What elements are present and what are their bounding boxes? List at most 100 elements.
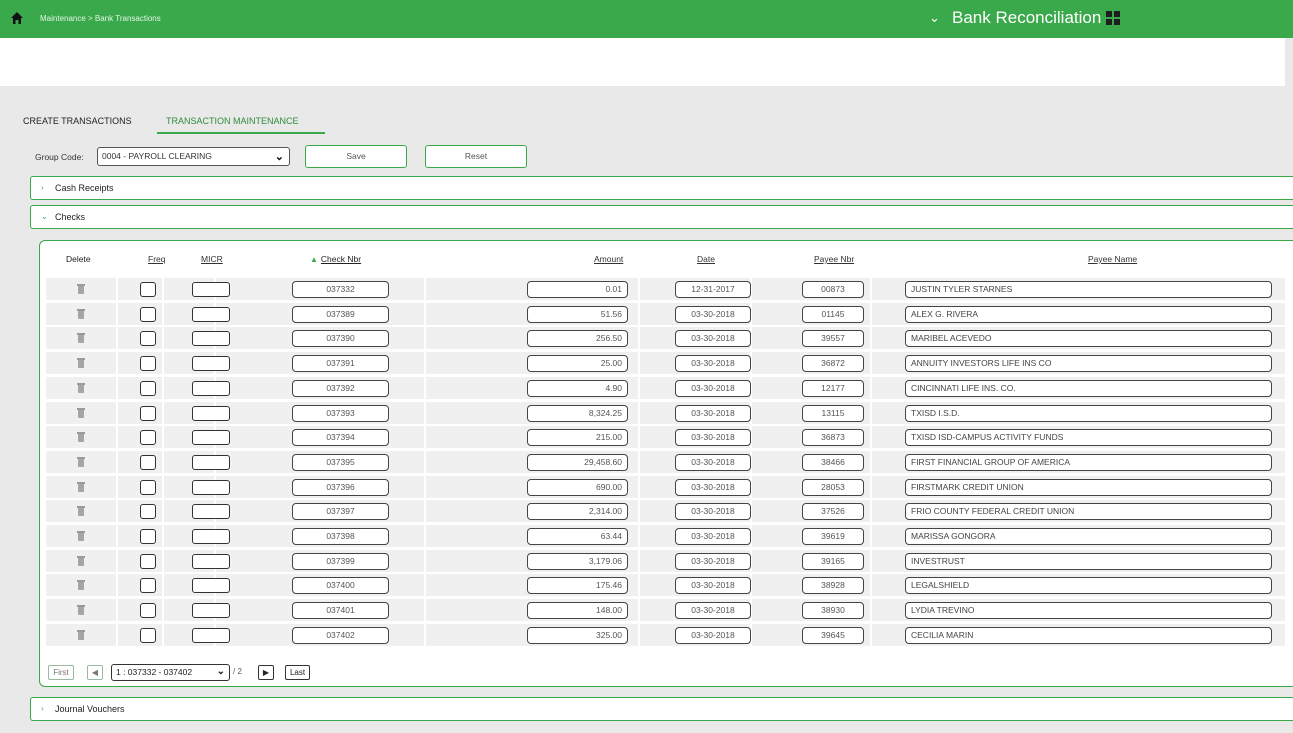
- column-header-amount[interactable]: Amount: [594, 254, 623, 264]
- home-icon[interactable]: [10, 11, 24, 25]
- amount-input[interactable]: 256.50: [527, 330, 628, 347]
- freq-checkbox[interactable]: [140, 331, 156, 346]
- column-header-payee-name[interactable]: Payee Name: [1088, 254, 1137, 264]
- amount-input[interactable]: 148.00: [527, 602, 628, 619]
- payee-nbr-input[interactable]: 38466: [802, 454, 864, 471]
- breadcrumb[interactable]: Maintenance > Bank Transactions: [40, 14, 161, 23]
- pager-prev-button[interactable]: ◀: [87, 665, 103, 680]
- check-nbr-input[interactable]: 037395: [292, 454, 389, 471]
- payee-nbr-input[interactable]: 38930: [802, 602, 864, 619]
- section-checks[interactable]: ⌄ Checks: [30, 205, 1293, 229]
- payee-nbr-input[interactable]: 01145: [802, 306, 864, 323]
- freq-checkbox[interactable]: [140, 381, 156, 396]
- payee-name-input[interactable]: FRIO COUNTY FEDERAL CREDIT UNION: [905, 503, 1272, 520]
- check-nbr-input[interactable]: 037332: [292, 281, 389, 298]
- payee-name-input[interactable]: MARISSA GONGORA: [905, 528, 1272, 545]
- date-input[interactable]: 03-30-2018: [675, 528, 751, 545]
- micr-checkbox[interactable]: [192, 307, 230, 322]
- freq-checkbox[interactable]: [140, 554, 156, 569]
- micr-checkbox[interactable]: [192, 628, 230, 643]
- payee-name-input[interactable]: TXISD ISD-CAMPUS ACTIVITY FUNDS: [905, 429, 1272, 446]
- payee-nbr-input[interactable]: 39619: [802, 528, 864, 545]
- micr-checkbox[interactable]: [192, 356, 230, 371]
- column-header-micr[interactable]: MICR: [201, 254, 223, 264]
- amount-input[interactable]: 175.46: [527, 577, 628, 594]
- payee-name-input[interactable]: TXISD I.S.D.: [905, 405, 1272, 422]
- payee-nbr-input[interactable]: 28053: [802, 479, 864, 496]
- check-nbr-input[interactable]: 037397: [292, 503, 389, 520]
- date-input[interactable]: 03-30-2018: [675, 454, 751, 471]
- freq-checkbox[interactable]: [140, 578, 156, 593]
- freq-checkbox[interactable]: [140, 307, 156, 322]
- amount-input[interactable]: 690.00: [527, 479, 628, 496]
- micr-checkbox[interactable]: [192, 331, 230, 346]
- amount-input[interactable]: 63.44: [527, 528, 628, 545]
- check-nbr-input[interactable]: 037390: [292, 330, 389, 347]
- trash-icon[interactable]: [77, 333, 85, 343]
- micr-checkbox[interactable]: [192, 480, 230, 495]
- pager-first-button[interactable]: First: [48, 665, 74, 680]
- freq-checkbox[interactable]: [140, 455, 156, 470]
- check-nbr-input[interactable]: 037392: [292, 380, 389, 397]
- date-input[interactable]: 03-30-2018: [675, 380, 751, 397]
- date-input[interactable]: 03-30-2018: [675, 577, 751, 594]
- trash-icon[interactable]: [77, 531, 85, 541]
- trash-icon[interactable]: [77, 383, 85, 393]
- payee-nbr-input[interactable]: 12177: [802, 380, 864, 397]
- freq-checkbox[interactable]: [140, 406, 156, 421]
- freq-checkbox[interactable]: [140, 603, 156, 618]
- micr-checkbox[interactable]: [192, 504, 230, 519]
- date-input[interactable]: 03-30-2018: [675, 429, 751, 446]
- date-input[interactable]: 03-30-2018: [675, 503, 751, 520]
- payee-name-input[interactable]: FIRST FINANCIAL GROUP OF AMERICA: [905, 454, 1272, 471]
- micr-checkbox[interactable]: [192, 381, 230, 396]
- amount-input[interactable]: 29,458.60: [527, 454, 628, 471]
- micr-checkbox[interactable]: [192, 554, 230, 569]
- save-button[interactable]: Save: [305, 145, 407, 168]
- payee-nbr-input[interactable]: 39165: [802, 553, 864, 570]
- payee-name-input[interactable]: FIRSTMARK CREDIT UNION: [905, 479, 1272, 496]
- micr-checkbox[interactable]: [192, 455, 230, 470]
- trash-icon[interactable]: [77, 506, 85, 516]
- check-nbr-input[interactable]: 037401: [292, 602, 389, 619]
- trash-icon[interactable]: [77, 309, 85, 319]
- column-header-date[interactable]: Date: [697, 254, 715, 264]
- freq-checkbox[interactable]: [140, 480, 156, 495]
- pager-range-select[interactable]: 1 : 037332 - 037402 ⌄: [111, 664, 230, 681]
- check-nbr-input[interactable]: 037402: [292, 627, 389, 644]
- amount-input[interactable]: 51.56: [527, 306, 628, 323]
- check-nbr-input[interactable]: 037391: [292, 355, 389, 372]
- date-input[interactable]: 03-30-2018: [675, 479, 751, 496]
- check-nbr-input[interactable]: 037396: [292, 479, 389, 496]
- trash-icon[interactable]: [77, 432, 85, 442]
- trash-icon[interactable]: [77, 358, 85, 368]
- check-nbr-input[interactable]: 037393: [292, 405, 389, 422]
- date-input[interactable]: 12-31-2017: [675, 281, 751, 298]
- amount-input[interactable]: 325.00: [527, 627, 628, 644]
- column-header-freq[interactable]: Freq: [148, 254, 165, 264]
- freq-checkbox[interactable]: [140, 529, 156, 544]
- payee-name-input[interactable]: CECILIA MARIN: [905, 627, 1272, 644]
- check-nbr-input[interactable]: 037394: [292, 429, 389, 446]
- trash-icon[interactable]: [77, 580, 85, 590]
- payee-nbr-input[interactable]: 00873: [802, 281, 864, 298]
- micr-checkbox[interactable]: [192, 430, 230, 445]
- payee-name-input[interactable]: INVESTRUST: [905, 553, 1272, 570]
- amount-input[interactable]: 3,179.06: [527, 553, 628, 570]
- amount-input[interactable]: 4.90: [527, 380, 628, 397]
- column-header-check-nbr[interactable]: ▲ Check Nbr: [310, 254, 361, 264]
- amount-input[interactable]: 215.00: [527, 429, 628, 446]
- freq-checkbox[interactable]: [140, 504, 156, 519]
- check-nbr-input[interactable]: 037398: [292, 528, 389, 545]
- freq-checkbox[interactable]: [140, 282, 156, 297]
- column-header-payee-nbr[interactable]: Payee Nbr: [814, 254, 854, 264]
- trash-icon[interactable]: [77, 630, 85, 640]
- micr-checkbox[interactable]: [192, 578, 230, 593]
- payee-nbr-input[interactable]: 36873: [802, 429, 864, 446]
- payee-name-input[interactable]: ALEX G. RIVERA: [905, 306, 1272, 323]
- micr-checkbox[interactable]: [192, 603, 230, 618]
- payee-nbr-input[interactable]: 39557: [802, 330, 864, 347]
- check-nbr-input[interactable]: 037399: [292, 553, 389, 570]
- date-input[interactable]: 03-30-2018: [675, 306, 751, 323]
- micr-checkbox[interactable]: [192, 406, 230, 421]
